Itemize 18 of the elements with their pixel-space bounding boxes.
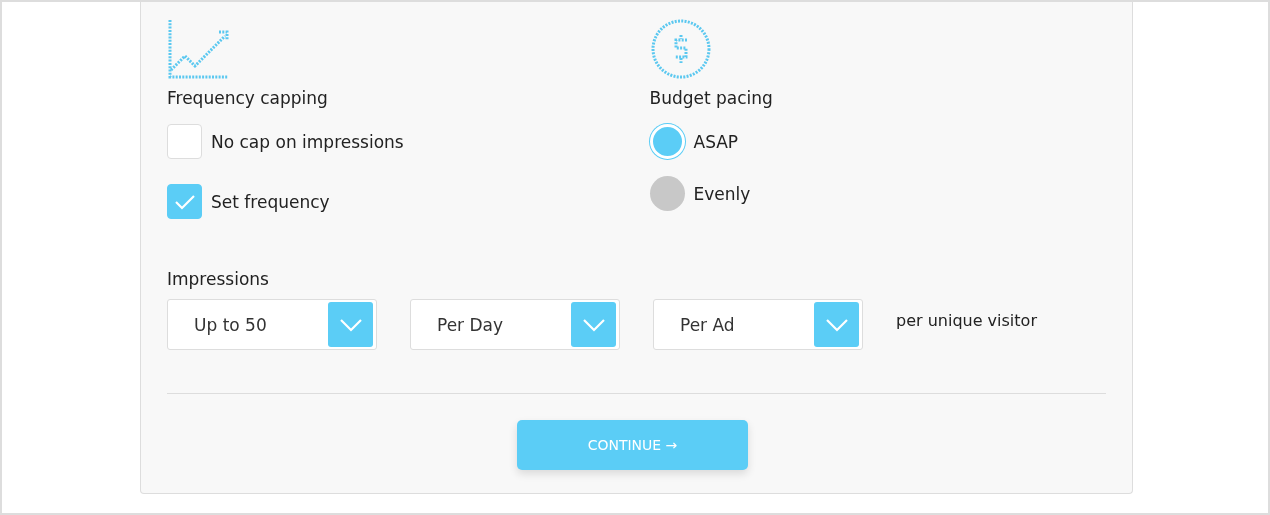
unit-label: per unique visitor: [896, 311, 1037, 330]
option-label: Set frequency: [211, 191, 330, 212]
section-heading: Frequency capping: [167, 88, 329, 110]
section-heading: Impressions: [167, 269, 270, 291]
radio-button[interactable]: [649, 124, 685, 159]
dropdown[interactable]: Per Day: [410, 299, 620, 350]
dollar-coin-icon: [649, 18, 712, 80]
dropdown[interactable]: Up to 50: [167, 299, 377, 350]
dropdown[interactable]: Per Ad: [653, 299, 863, 350]
line-chart-icon: [167, 18, 229, 80]
option-label: No cap on impressions: [211, 131, 404, 152]
option-label: ASAP: [693, 131, 739, 152]
checkmark-icon: [173, 192, 196, 211]
section-heading: Budget pacing: [649, 88, 774, 110]
checkbox[interactable]: [167, 124, 202, 159]
checkbox[interactable]: [167, 184, 202, 219]
radio-button[interactable]: [649, 176, 685, 211]
option-label: Evenly: [693, 183, 751, 204]
